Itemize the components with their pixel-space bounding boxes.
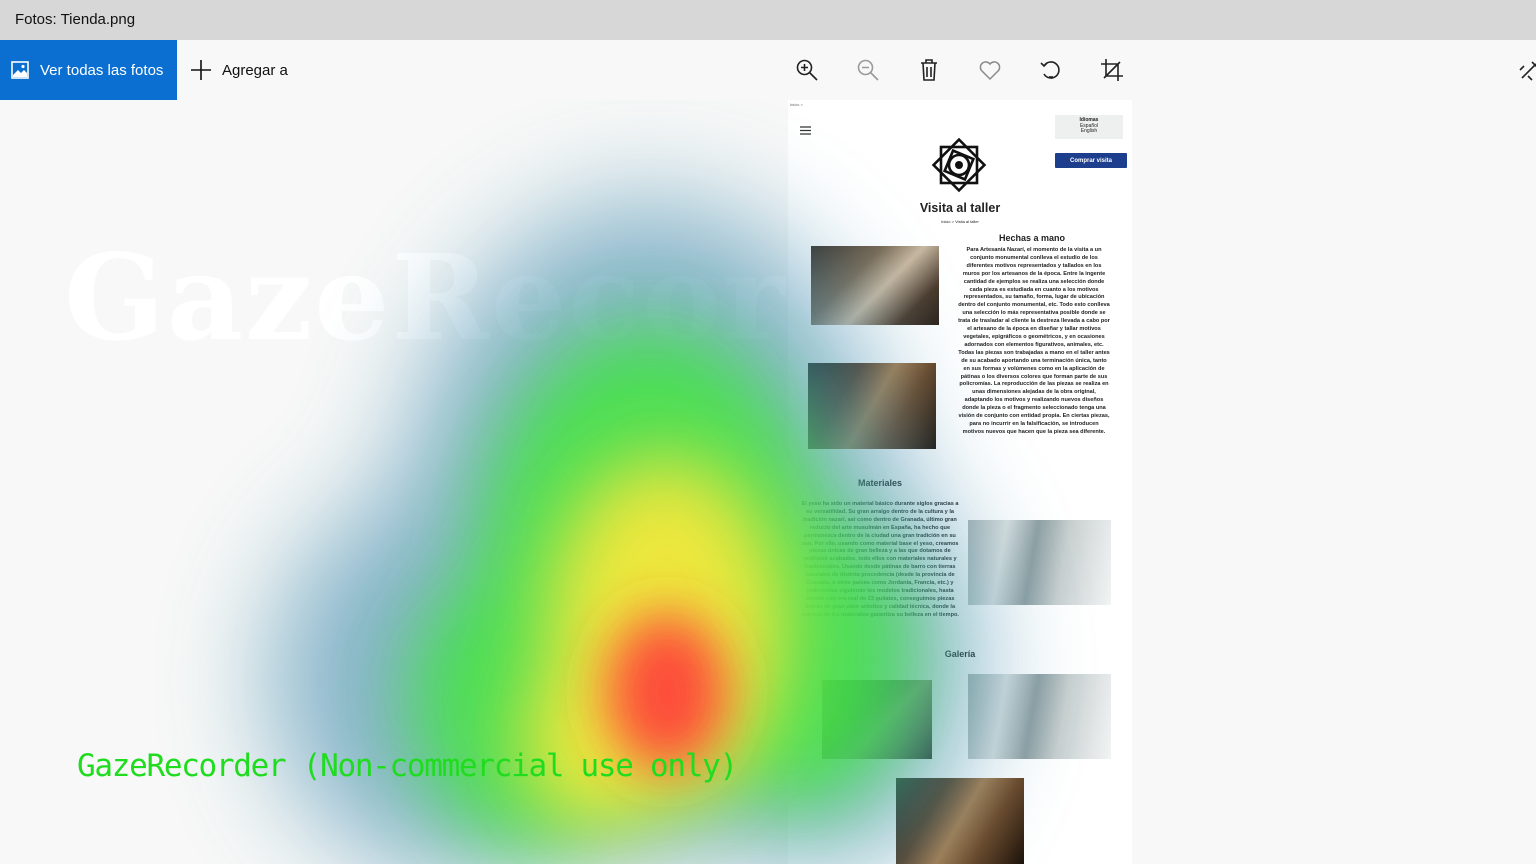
toolbar: Ver todas las fotos Agregar a [0, 40, 1536, 100]
add-to-button[interactable]: Agregar a [190, 40, 288, 100]
hamburger-menu-icon [800, 126, 811, 135]
buy-visit-button: Comprar visita [1055, 153, 1127, 168]
add-to-label: Agregar a [222, 61, 288, 79]
delete-icon [921, 59, 937, 81]
materials-heading: Materiales [857, 478, 903, 488]
rotate-icon [1040, 61, 1060, 79]
gallery-photo-1 [822, 680, 932, 759]
heatmap-blob [607, 614, 727, 770]
favorite-button[interactable] [978, 58, 1004, 84]
heatmap-blob [410, 550, 670, 850]
edit-icon [1519, 61, 1536, 81]
artisan-hands-photo [808, 363, 936, 449]
plaster-panels-photo [968, 520, 1111, 605]
plus-icon [191, 60, 211, 80]
zoom-in-button[interactable] [795, 58, 821, 84]
page-top-crumb: Inicio > [790, 102, 803, 107]
materials-text: El yeso ha sido un material básico duran… [801, 501, 959, 618]
website-screenshot: Inicio > Idiomas Español English Comprar… [788, 100, 1132, 864]
artisan-photo-1 [811, 246, 939, 325]
view-all-photos-button[interactable]: Ver todas las fotos [0, 40, 177, 100]
page-title: Visita al taller [919, 201, 1001, 215]
gazerecorder-watermark: GazeRecorder (Non-commercial use only) [77, 748, 738, 784]
zoom-out-button[interactable] [856, 58, 882, 84]
zoom-in-icon [796, 59, 818, 81]
artesania-nazari-logo [931, 137, 987, 193]
heatmap-blob [520, 650, 680, 830]
handmade-text: Para Artesanía Nazarí, el momento de la … [958, 247, 1110, 435]
delete-button[interactable] [917, 58, 943, 84]
rotate-button[interactable] [1039, 58, 1065, 84]
photo-icon [11, 61, 29, 79]
gallery-photo-3 [896, 778, 1024, 864]
view-all-photos-label: Ver todas las fotos [40, 61, 164, 79]
zoom-out-icon [857, 59, 879, 81]
heatmap-blob [270, 480, 670, 864]
title-bar: Fotos: Tienda.png [0, 0, 1536, 40]
crop-icon [1101, 59, 1123, 81]
language-selector: Idiomas Español English [1055, 115, 1123, 139]
page-breadcrumb: Inicio > Visita al taller [941, 219, 979, 224]
heatmap-blob [475, 325, 825, 815]
window-title: Fotos: Tienda.png [15, 11, 136, 28]
favorite-icon [979, 61, 1001, 81]
gallery-heading: Galería [944, 649, 976, 659]
photo-viewer[interactable]: GazeRecorde Inicio > Idiomas Español Eng… [0, 100, 1536, 864]
gallery-photo-2 [968, 674, 1111, 759]
language-option-en: English [1080, 128, 1098, 134]
handmade-heading: Hechas a mano [998, 233, 1066, 243]
edit-button[interactable] [1518, 58, 1536, 84]
crop-button[interactable] [1100, 58, 1126, 84]
